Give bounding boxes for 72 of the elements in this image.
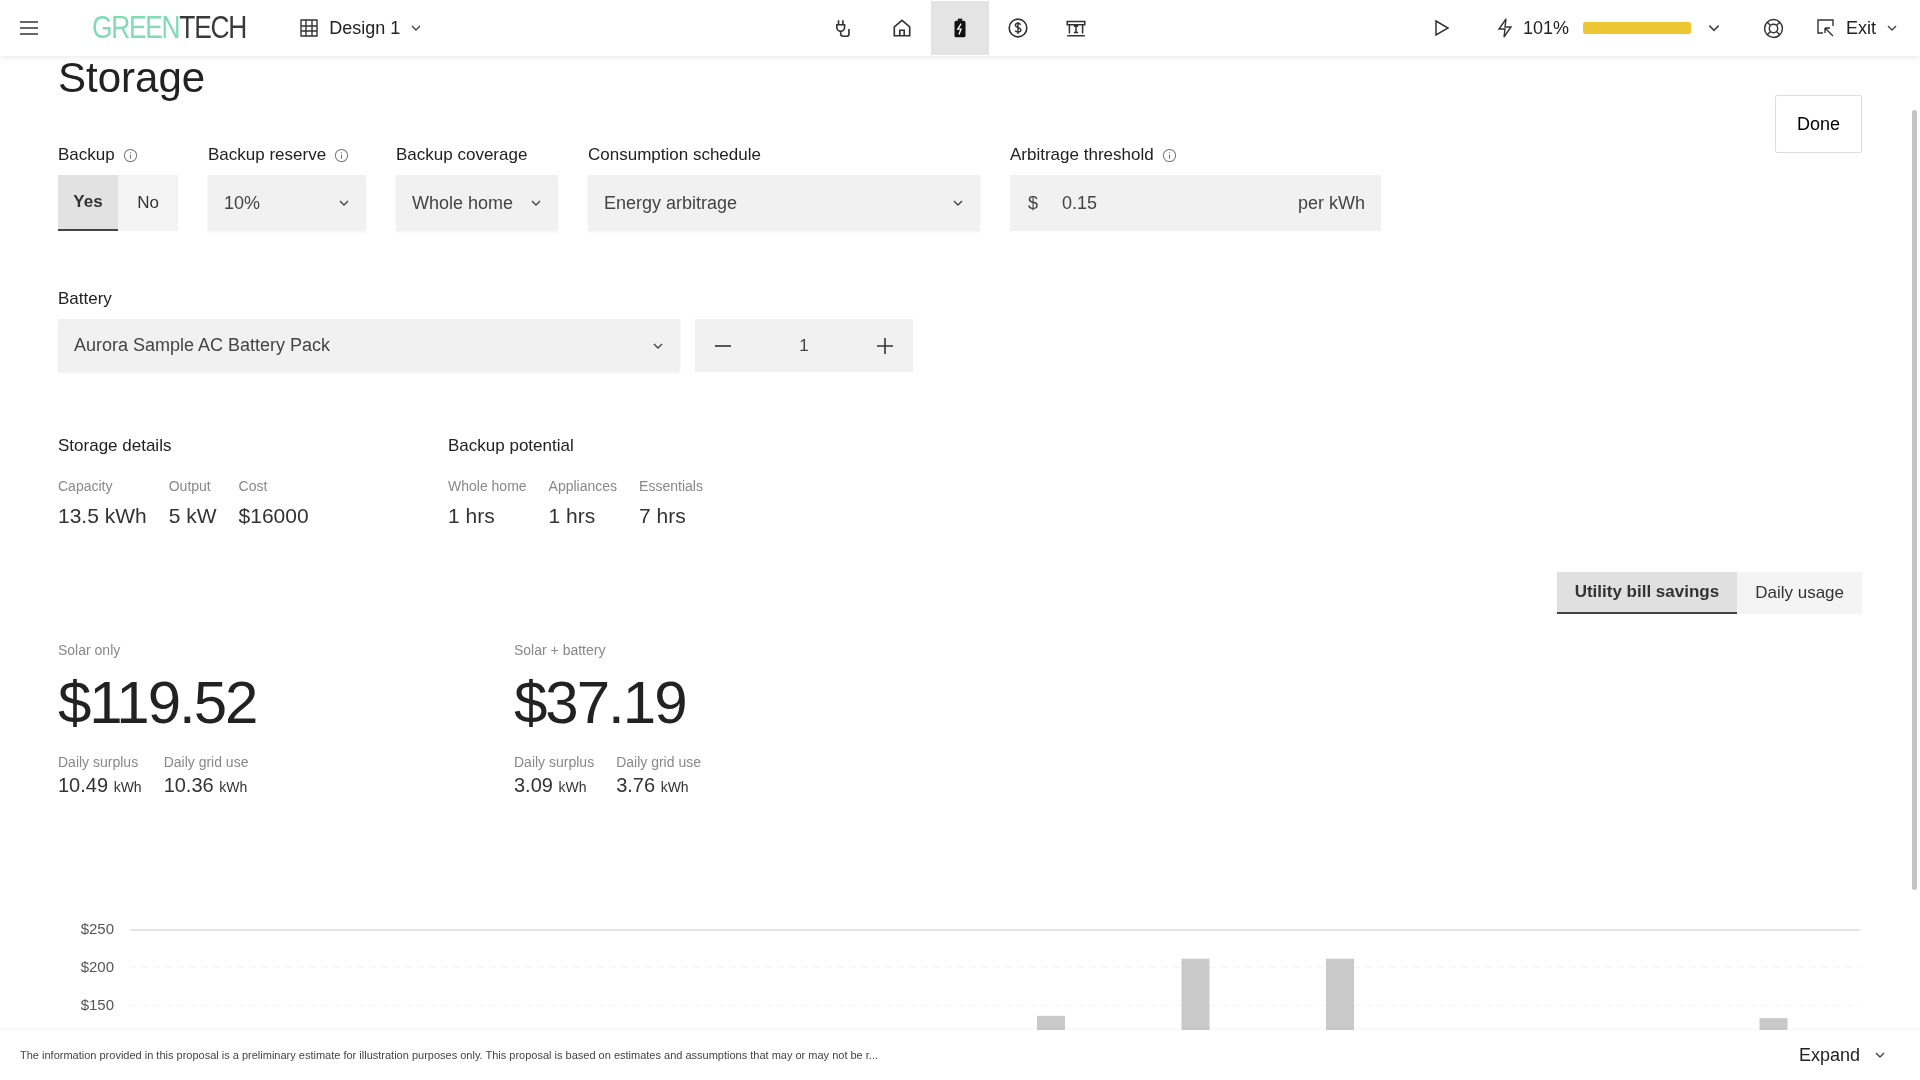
savings-amount: $119.52 — [58, 670, 258, 736]
page-title: Storage — [58, 56, 207, 100]
lifebuoy-icon — [1763, 17, 1784, 39]
dropdown[interactable]: Whole home — [396, 175, 558, 231]
menu-icon[interactable] — [20, 21, 38, 35]
disclaimer-text: The information provided in this proposal is a preliminary estimate for illustration purposes only. This proposal is based on estimates and assumptions that may or may not be r... — [20, 1049, 878, 1061]
stat-label: Daily surplus — [58, 754, 140, 770]
threshold-input[interactable]: 0.15 — [1062, 192, 1262, 214]
dollar-icon — [1008, 18, 1028, 38]
threshold-field[interactable]: $ 0.15 per kWh — [1010, 175, 1381, 231]
currency-symbol: $ — [1028, 192, 1038, 214]
battery-icon — [954, 18, 966, 38]
stat-value: 10.36 kWh — [163, 774, 249, 797]
home-icon — [893, 19, 911, 37]
field-label: Backup coverage — [396, 145, 528, 165]
cash-icon — [1066, 20, 1086, 37]
field-label: Arbitrage threshold — [1010, 145, 1154, 165]
field-label: Battery — [58, 289, 112, 309]
grid-icon — [299, 18, 320, 38]
stat-value: 10.49 kWh — [58, 774, 142, 797]
scrollbar[interactable] — [1912, 110, 1917, 890]
stat-value: 3.76 kWh — [616, 774, 690, 797]
plug-icon — [836, 19, 850, 38]
toggle-option[interactable]: Yes — [58, 175, 118, 231]
dropdown[interactable]: 10% — [208, 175, 366, 231]
production-percent: 101% — [1522, 17, 1569, 39]
expand-button[interactable]: Expand — [1792, 1043, 1892, 1067]
stat-value: $16000 — [238, 504, 309, 528]
stat-value: 13.5 kWh — [58, 504, 147, 528]
toggle-option[interactable]: No — [118, 175, 178, 231]
section-title: Backup potential — [448, 436, 575, 456]
stat-label: Daily surplus — [514, 754, 595, 770]
stat-label: Capacity — [58, 478, 114, 494]
stat-value: 5 kW — [168, 504, 217, 528]
section-title: Storage details — [58, 436, 173, 456]
exit-button[interactable]: Exit — [1810, 16, 1904, 40]
scenario-label: Solar only — [58, 642, 122, 658]
axis-label: $250 — [80, 920, 114, 937]
axis-label: $200 — [80, 958, 114, 976]
info-icon[interactable] — [1161, 147, 1177, 163]
stat-value: 1 hrs — [548, 504, 597, 528]
field-label: Backup reserve — [208, 145, 327, 165]
stat-label: Daily grid use — [163, 754, 249, 770]
stat-value: 1 hrs — [448, 504, 496, 528]
view-tab[interactable]: Utility bill savings — [1556, 572, 1738, 614]
battery-dropdown[interactable]: Aurora Sample AC Battery Pack — [58, 319, 680, 372]
exit-icon — [1816, 18, 1836, 38]
stat-value: 3.09 kWh — [514, 774, 588, 797]
stat-label: Essentials — [639, 478, 703, 494]
savings-amount: $37.19 — [514, 670, 687, 736]
unit-label: per kWh — [1297, 192, 1365, 214]
design-selector[interactable]: Design 1 — [293, 13, 429, 43]
stat-label: Cost — [238, 478, 269, 494]
stat-label: Whole home — [448, 478, 527, 494]
view-tab[interactable]: Daily usage — [1737, 572, 1862, 614]
quantity-value[interactable]: 1 — [799, 335, 809, 356]
field-label: Backup — [58, 145, 115, 165]
done-button[interactable]: Done — [1775, 95, 1862, 153]
stat-label: Daily grid use — [616, 754, 701, 770]
field-label: Consumption schedule — [588, 145, 761, 165]
minus-icon — [714, 344, 732, 347]
logo: GREENTECH — [92, 10, 246, 46]
info-icon[interactable] — [334, 147, 350, 163]
info-icon[interactable] — [122, 147, 138, 163]
nav-tab[interactable] — [931, 1, 989, 55]
axis-label: $150 — [80, 996, 114, 1014]
dropdown[interactable]: Energy arbitrage — [588, 175, 980, 231]
stat-label: Output — [168, 478, 212, 494]
stat-value: 7 hrs — [639, 504, 687, 528]
scenario-label: Solar + battery — [514, 642, 607, 658]
plus-icon — [876, 336, 894, 355]
stat-label: Appliances — [548, 478, 618, 494]
